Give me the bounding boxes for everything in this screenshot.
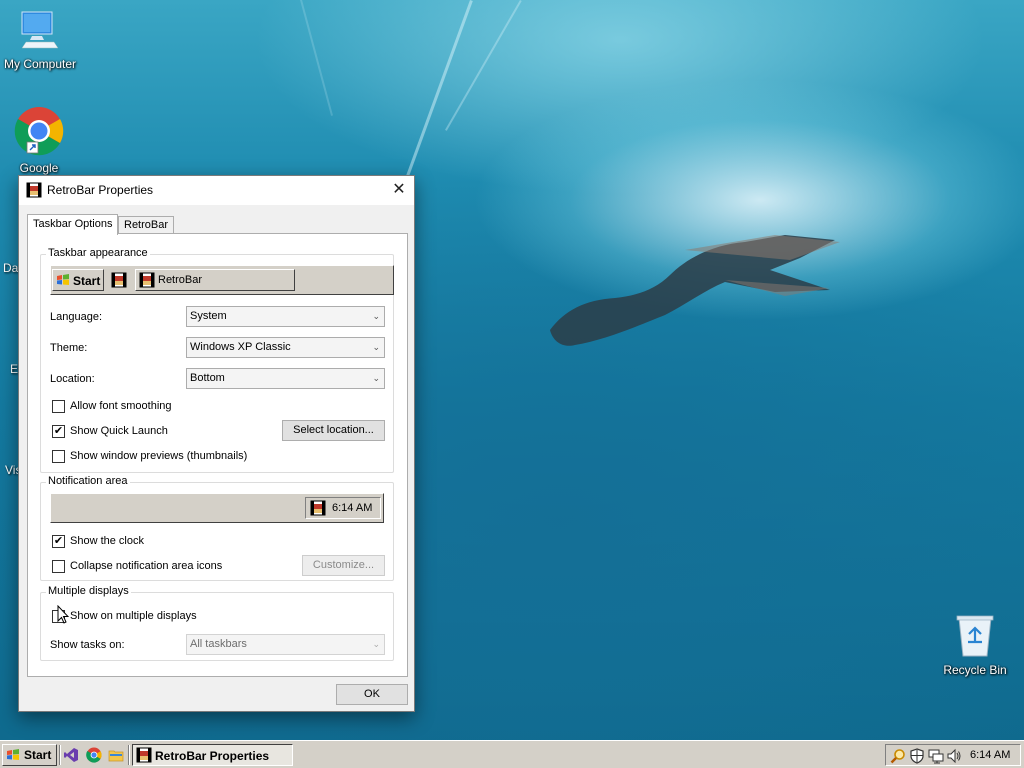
- checkmark-icon[interactable]: ✔: [52, 535, 65, 548]
- chrome-icon: [14, 107, 64, 156]
- tab-taskbar-options[interactable]: Taskbar Options: [27, 214, 119, 235]
- chevron-down-icon: ⌄: [372, 639, 380, 649]
- task-button-label: RetroBar Properties: [155, 749, 270, 763]
- light-ray: [300, 0, 333, 116]
- visual-studio-icon[interactable]: [63, 747, 79, 763]
- windows-flag-icon: [57, 274, 69, 285]
- retrobar-task-icon: [136, 747, 152, 763]
- preview-start-button: Start: [52, 269, 104, 291]
- show-tasks-on-select[interactable]: All taskbars ⌄: [186, 634, 385, 655]
- recycle-bin-shortcut[interactable]: Recycle Bin: [935, 612, 1015, 677]
- close-icon[interactable]: ✕: [384, 176, 414, 205]
- location-label: Location:: [50, 373, 95, 385]
- notification-area-title: Notification area: [46, 475, 130, 487]
- taskbar-options-panel: Taskbar appearance Start RetroBar Langua…: [27, 233, 408, 677]
- multiple-displays-title: Multiple displays: [46, 585, 131, 597]
- checkbox-box[interactable]: [52, 560, 65, 573]
- language-select[interactable]: System ⌄: [186, 306, 385, 327]
- recycle-bin-icon: [956, 615, 994, 657]
- preview-start-label: Start: [73, 274, 101, 288]
- mouse-cursor-icon: [57, 605, 69, 624]
- retrobar-app-icon: [26, 182, 42, 198]
- google-shortcut[interactable]: Google: [0, 106, 79, 175]
- task-button-retrobar-properties[interactable]: RetroBar Properties: [132, 744, 293, 766]
- preview-task-label: RetroBar: [158, 274, 203, 286]
- diver-silhouette: [550, 235, 840, 346]
- chevron-down-icon: ⌄: [372, 342, 380, 352]
- start-label: Start: [24, 748, 52, 762]
- search-icon[interactable]: [890, 748, 906, 764]
- thumbnails-label: Show window previews (thumbnails): [70, 450, 248, 462]
- file-explorer-icon[interactable]: [108, 747, 124, 763]
- toolbar-divider: [128, 745, 130, 765]
- checkbox-box[interactable]: [52, 450, 65, 463]
- retrobar-task-icon: [139, 272, 155, 288]
- partial-desktop-label: Da: [3, 261, 19, 275]
- chrome-icon[interactable]: [86, 747, 102, 763]
- tray-preview: 6:14 AM: [50, 493, 384, 523]
- preview-task-button: RetroBar: [135, 269, 295, 291]
- retrobar-tray-icon: [310, 500, 326, 516]
- location-select[interactable]: Bottom ⌄: [186, 368, 385, 389]
- theme-label: Theme:: [50, 342, 88, 354]
- theme-value: Windows XP Classic: [190, 341, 291, 353]
- shield-icon[interactable]: [909, 748, 925, 764]
- my-computer-label: My Computer: [3, 57, 77, 71]
- taskbar-preview: Start RetroBar: [50, 265, 394, 295]
- partial-desktop-label: E: [10, 362, 19, 376]
- location-value: Bottom: [190, 372, 225, 384]
- retrobar-properties-dialog: RetroBar Properties ✕ Taskbar Options Re…: [18, 175, 415, 712]
- network-icon[interactable]: [928, 748, 944, 764]
- collapse-icons-label: Collapse notification area icons: [70, 560, 223, 572]
- ok-button[interactable]: OK: [336, 684, 408, 705]
- preview-clock: 6:14 AM: [332, 502, 373, 514]
- select-location-button[interactable]: Select location...: [282, 420, 385, 441]
- language-label: Language:: [50, 311, 102, 323]
- show-multiple-displays-label: Show on multiple displays: [70, 610, 197, 622]
- notification-tray: 6:14 AM: [885, 744, 1021, 766]
- chevron-down-icon: ⌄: [372, 373, 380, 383]
- theme-select[interactable]: Windows XP Classic ⌄: [186, 337, 385, 358]
- volume-icon[interactable]: [946, 748, 962, 764]
- checkmark-icon[interactable]: ✔: [52, 425, 65, 438]
- dialog-titlebar[interactable]: RetroBar Properties ✕: [19, 176, 414, 205]
- retrobar-quicklaunch-icon: [111, 272, 127, 288]
- dialog-title: RetroBar Properties: [47, 183, 154, 197]
- taskbar: Start RetroBar Properties 6:14 AM: [0, 740, 1024, 768]
- taskbar-appearance-title: Taskbar appearance: [46, 247, 150, 259]
- light-ray: [445, 0, 522, 131]
- google-label: Google: [19, 161, 59, 175]
- show-tasks-on-value: All taskbars: [190, 638, 247, 650]
- start-button[interactable]: Start: [2, 744, 57, 766]
- language-value: System: [190, 310, 227, 322]
- chevron-down-icon: ⌄: [372, 311, 380, 321]
- taskbar-clock[interactable]: 6:14 AM: [970, 749, 1010, 761]
- checkbox-box[interactable]: [52, 400, 65, 413]
- toolbar-divider: [59, 745, 61, 765]
- show-clock-label: Show the clock: [70, 535, 144, 547]
- tab-retrobar[interactable]: RetroBar: [118, 216, 175, 234]
- monitor-icon: [21, 11, 59, 49]
- light-ray: [405, 0, 473, 180]
- my-computer-shortcut[interactable]: My Computer: [0, 10, 80, 71]
- font-smoothing-label: Allow font smoothing: [70, 400, 172, 412]
- windows-flag-icon: [7, 749, 19, 760]
- show-tasks-on-label: Show tasks on:: [50, 639, 125, 651]
- preview-tray: 6:14 AM: [305, 497, 381, 519]
- recycle-bin-label: Recycle Bin: [943, 663, 1007, 677]
- customize-button[interactable]: Customize...: [302, 555, 385, 576]
- quick-launch-label: Show Quick Launch: [70, 425, 168, 437]
